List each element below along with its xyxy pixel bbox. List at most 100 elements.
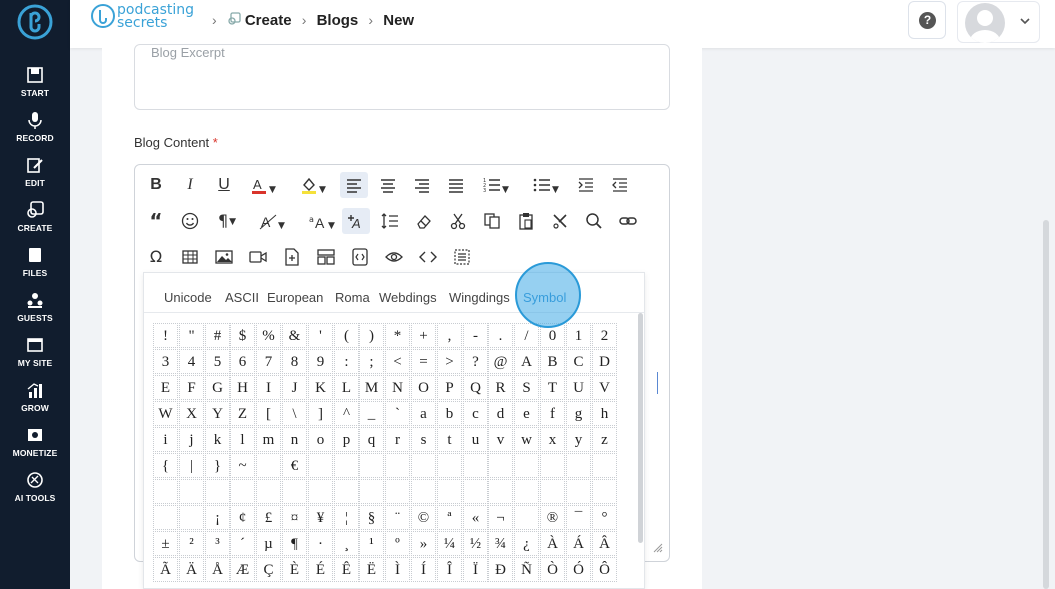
- align-right-button[interactable]: [408, 172, 436, 198]
- char-cell[interactable]: »: [411, 531, 436, 556]
- char-cell[interactable]: [514, 453, 539, 478]
- char-cell[interactable]: [205, 479, 230, 504]
- char-cell[interactable]: «: [463, 505, 488, 530]
- insert-table-button[interactable]: [176, 244, 204, 270]
- char-cell[interactable]: Ä: [179, 557, 204, 582]
- char-cell[interactable]: *: [385, 323, 410, 348]
- char-cell[interactable]: [179, 505, 204, 530]
- char-cell[interactable]: d: [488, 401, 513, 426]
- char-cell[interactable]: ?: [463, 349, 488, 374]
- char-cell[interactable]: 7: [256, 349, 281, 374]
- char-cell[interactable]: o: [308, 427, 333, 452]
- char-cell[interactable]: ': [308, 323, 333, 348]
- char-cell[interactable]: È: [282, 557, 307, 582]
- char-cell[interactable]: -: [463, 323, 488, 348]
- char-cell[interactable]: ;: [359, 349, 384, 374]
- char-cell[interactable]: (: [334, 323, 359, 348]
- char-cell[interactable]: ±: [153, 531, 178, 556]
- char-cell[interactable]: !: [153, 323, 178, 348]
- tab-roma[interactable]: Roma: [335, 290, 370, 305]
- app-logo-icon[interactable]: [15, 3, 55, 41]
- background-color-button[interactable]: ▼: [293, 172, 333, 198]
- char-cell[interactable]: ¤: [282, 505, 307, 530]
- char-cell[interactable]: t: [437, 427, 462, 452]
- char-cell[interactable]: .: [488, 323, 513, 348]
- char-cell[interactable]: 3: [153, 349, 178, 374]
- char-cell[interactable]: Â: [592, 531, 617, 556]
- char-cell[interactable]: [359, 453, 384, 478]
- char-cell[interactable]: ¿: [514, 531, 539, 556]
- breadcrumb-blogs[interactable]: Blogs: [317, 12, 359, 29]
- char-cell[interactable]: µ: [256, 531, 281, 556]
- char-cell[interactable]: n: [282, 427, 307, 452]
- char-cell[interactable]: k: [205, 427, 230, 452]
- char-cell[interactable]: [334, 453, 359, 478]
- sidebar-item-my-site[interactable]: MY SITE: [0, 336, 70, 376]
- char-cell[interactable]: °: [592, 505, 617, 530]
- char-cell[interactable]: 5: [205, 349, 230, 374]
- char-cell[interactable]: [411, 479, 436, 504]
- char-cell[interactable]: /: [514, 323, 539, 348]
- font-family-button[interactable]: A ▼: [254, 208, 290, 234]
- outdent-button[interactable]: [606, 172, 634, 198]
- char-cell[interactable]: &: [282, 323, 307, 348]
- char-cell[interactable]: ¨: [385, 505, 410, 530]
- char-cell[interactable]: ¯: [566, 505, 591, 530]
- tab-wingdings[interactable]: Wingdings: [449, 290, 510, 305]
- char-cell[interactable]: +: [411, 323, 436, 348]
- embed-button[interactable]: [346, 244, 374, 270]
- char-cell[interactable]: [256, 479, 281, 504]
- breadcrumb-create[interactable]: Create: [245, 12, 292, 29]
- emoticon-button[interactable]: [176, 208, 204, 234]
- paste-button[interactable]: [512, 208, 540, 234]
- code-view-button[interactable]: [414, 244, 442, 270]
- sidebar-item-create[interactable]: CREATE: [0, 201, 70, 241]
- special-characters-button[interactable]: Ω: [142, 244, 170, 270]
- align-justify-button[interactable]: [442, 172, 470, 198]
- char-cell[interactable]: [592, 479, 617, 504]
- char-cell[interactable]: 9: [308, 349, 333, 374]
- cut-button[interactable]: [444, 208, 472, 234]
- char-cell[interactable]: [153, 479, 178, 504]
- unordered-list-button[interactable]: ▼: [526, 172, 566, 198]
- char-cell[interactable]: R: [488, 375, 513, 400]
- help-button[interactable]: ?: [908, 1, 946, 39]
- char-cell[interactable]: Ò: [540, 557, 565, 582]
- char-cell[interactable]: [463, 479, 488, 504]
- char-cell[interactable]: £: [256, 505, 281, 530]
- char-cell[interactable]: E: [153, 375, 178, 400]
- char-cell[interactable]: [488, 479, 513, 504]
- char-cell[interactable]: {: [153, 453, 178, 478]
- tab-european[interactable]: European: [267, 290, 323, 305]
- char-cell[interactable]: ¾: [488, 531, 513, 556]
- char-cell[interactable]: É: [308, 557, 333, 582]
- char-cell[interactable]: m: [256, 427, 281, 452]
- char-cell[interactable]: u: [463, 427, 488, 452]
- char-cell[interactable]: [411, 453, 436, 478]
- insert-link-button[interactable]: [614, 208, 642, 234]
- sidebar-item-files[interactable]: FILES: [0, 246, 70, 286]
- char-cell[interactable]: [592, 453, 617, 478]
- copy-button[interactable]: [478, 208, 506, 234]
- char-cell[interactable]: g: [566, 401, 591, 426]
- text-color-button[interactable]: A ▼: [243, 172, 283, 198]
- profile-menu-button[interactable]: [957, 1, 1040, 43]
- char-cell[interactable]: ·: [308, 531, 333, 556]
- align-center-button[interactable]: [374, 172, 402, 198]
- char-cell[interactable]: [308, 479, 333, 504]
- char-cell[interactable]: Å: [205, 557, 230, 582]
- char-cell[interactable]: 6: [230, 349, 255, 374]
- char-cell[interactable]: ^: [334, 401, 359, 426]
- char-cell[interactable]: V: [592, 375, 617, 400]
- char-cell[interactable]: a: [411, 401, 436, 426]
- char-cell[interactable]: |: [179, 453, 204, 478]
- char-cell[interactable]: c: [463, 401, 488, 426]
- char-cell[interactable]: X: [179, 401, 204, 426]
- char-cell[interactable]: _: [359, 401, 384, 426]
- sidebar-item-monetize[interactable]: MONETIZE: [0, 426, 70, 466]
- char-cell[interactable]: [385, 479, 410, 504]
- char-cell[interactable]: r: [385, 427, 410, 452]
- char-cell[interactable]: i: [153, 427, 178, 452]
- char-cell[interactable]: Ì: [385, 557, 410, 582]
- char-cell[interactable]: [514, 505, 539, 530]
